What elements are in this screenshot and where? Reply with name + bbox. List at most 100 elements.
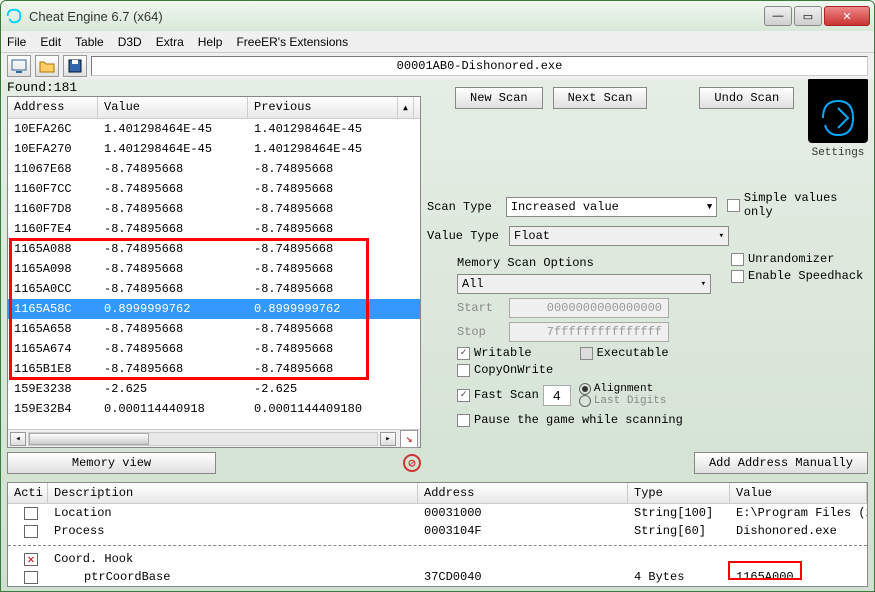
address-list-row[interactable]: ✕ Coord. Hook </div>	[8, 550, 867, 568]
scan-type-label: Scan Type	[427, 200, 502, 214]
process-name-field[interactable]: 00001AB0-Dishonored.exe	[91, 56, 868, 76]
fast-scan-value[interactable]	[543, 385, 571, 406]
minimize-button[interactable]: —	[764, 6, 792, 26]
simple-values-checkbox[interactable]	[727, 199, 740, 212]
window-title: Cheat Engine 6.7 (x64)	[29, 9, 764, 24]
open-file-button[interactable]	[35, 55, 59, 77]
speedhack-label: Enable Speedhack	[748, 269, 863, 283]
scan-result-row[interactable]: 1165A0CC-8.74895668-8.74895668	[8, 279, 420, 299]
address-list-row[interactable]: Location 00031000 String[100] E:\Program…	[8, 504, 867, 522]
open-process-button[interactable]	[7, 55, 31, 77]
next-scan-button[interactable]: Next Scan	[553, 87, 648, 109]
col-address2[interactable]: Address	[418, 483, 628, 503]
col-active[interactable]: Acti	[8, 483, 48, 503]
active-checkbox[interactable]: ✕	[24, 553, 38, 566]
computer-icon	[11, 59, 27, 73]
menubar: File Edit Table D3D Extra Help FreeER's …	[1, 31, 874, 53]
menu-file[interactable]: File	[7, 35, 26, 49]
scroll-left-icon[interactable]: ◂	[10, 432, 26, 446]
found-count-label: Found:181	[7, 80, 77, 95]
unrandomizer-checkbox[interactable]	[731, 253, 744, 266]
scan-type-dropdown[interactable]: Increased value ▼	[506, 197, 717, 217]
scan-result-row[interactable]: 10EFA26C1.401298464E-451.401298464E-45	[8, 119, 420, 139]
stop-label: Stop	[457, 325, 505, 339]
cheat-engine-icon	[813, 93, 863, 143]
alignment-radio[interactable]	[579, 383, 591, 395]
menu-freeer[interactable]: FreeER's Extensions	[236, 35, 348, 49]
scan-result-row[interactable]: 1165A674-8.74895668-8.74895668	[8, 339, 420, 359]
titlebar: Cheat Engine 6.7 (x64) — ▭ ✕	[1, 1, 874, 31]
scan-result-row[interactable]: 1160F7D8-8.74895668-8.74895668	[8, 199, 420, 219]
col-description[interactable]: Description	[48, 483, 418, 503]
floppy-icon	[68, 59, 82, 73]
new-scan-button[interactable]: New Scan	[455, 87, 543, 109]
scan-result-row[interactable]: 1165A088-8.74895668-8.74895668	[8, 239, 420, 259]
active-checkbox[interactable]	[24, 507, 38, 520]
scan-result-row[interactable]: 10EFA2701.401298464E-451.401298464E-45	[8, 139, 420, 159]
fast-scan-checkbox[interactable]	[457, 389, 470, 402]
memory-scan-options-label: Memory Scan Options	[457, 256, 711, 270]
save-button[interactable]	[63, 55, 87, 77]
memory-region-value: All	[462, 277, 484, 291]
active-checkbox[interactable]	[24, 571, 38, 584]
scroll-up-icon[interactable]: ▴	[398, 97, 414, 118]
remove-icon[interactable]: ↘	[400, 430, 418, 448]
memory-view-button[interactable]: Memory view	[7, 452, 216, 474]
copyonwrite-checkbox[interactable]	[457, 364, 470, 377]
fast-scan-label: Fast Scan	[474, 388, 539, 402]
scroll-right-icon[interactable]: ▸	[380, 432, 396, 446]
address-list: Acti Description Address Type Value Loca…	[7, 482, 868, 587]
last-digits-radio[interactable]	[579, 395, 591, 407]
menu-edit[interactable]: Edit	[40, 35, 61, 49]
address-list-row[interactable]: ptrCoordBase 37CD0040 4 Bytes 1165A000	[8, 568, 867, 586]
alignment-label: Alignment	[594, 383, 653, 395]
active-checkbox[interactable]	[24, 525, 38, 538]
settings-logo[interactable]	[808, 79, 868, 143]
scan-result-row[interactable]: 1165A098-8.74895668-8.74895668	[8, 259, 420, 279]
writable-checkbox[interactable]	[457, 347, 470, 360]
scan-result-row[interactable]: 1160F7E4-8.74895668-8.74895668	[8, 219, 420, 239]
scan-result-row[interactable]: 159E3238-2.625-2.625	[8, 379, 420, 399]
scan-result-row[interactable]: 1165A58C0.89999997620.8999999762	[8, 299, 420, 319]
add-address-manually-button[interactable]: Add Address Manually	[694, 452, 868, 474]
scan-results-table: Address Value Previous ▴ 10EFA26C1.40129…	[7, 96, 421, 448]
col-type[interactable]: Type	[628, 483, 730, 503]
executable-checkbox[interactable]	[580, 347, 593, 360]
scan-type-value: Increased value	[511, 200, 619, 214]
memory-region-dropdown[interactable]: All ▾	[457, 274, 711, 294]
horizontal-scrollbar[interactable]: ◂ ▸ ↘	[8, 429, 420, 447]
menu-extra[interactable]: Extra	[156, 35, 184, 49]
unrandomizer-label: Unrandomizer	[748, 252, 834, 266]
scan-result-row[interactable]: 1165A658-8.74895668-8.74895668	[8, 319, 420, 339]
col-previous[interactable]: Previous	[248, 97, 398, 118]
scan-result-row[interactable]: 159E32B40.0001144409180.0001144409180	[8, 399, 420, 419]
scan-result-row[interactable]: 1160F7CC-8.74895668-8.74895668	[8, 179, 420, 199]
maximize-button[interactable]: ▭	[794, 6, 822, 26]
stop-icon[interactable]: ⊘	[403, 454, 421, 472]
menu-help[interactable]: Help	[198, 35, 223, 49]
start-label: Start	[457, 301, 505, 315]
undo-scan-button[interactable]: Undo Scan	[699, 87, 794, 109]
menu-table[interactable]: Table	[75, 35, 104, 49]
chevron-down-icon: ▼	[707, 202, 712, 212]
col-address[interactable]: Address	[8, 97, 98, 118]
start-address-input[interactable]: 0000000000000000	[509, 298, 669, 318]
address-list-row[interactable]: Process 0003104F String[60] Dishonored.e…	[8, 522, 867, 540]
writable-label: Writable	[474, 346, 532, 360]
menu-d3d[interactable]: D3D	[118, 35, 142, 49]
pause-checkbox[interactable]	[457, 414, 470, 427]
value-type-dropdown[interactable]: Float ▾	[509, 226, 729, 246]
scan-result-row[interactable]: 1165B1E8-8.74895668-8.74895668	[8, 359, 420, 379]
executable-label: Executable	[597, 346, 669, 360]
close-button[interactable]: ✕	[824, 6, 870, 26]
folder-icon	[39, 59, 55, 73]
speedhack-checkbox[interactable]	[731, 270, 744, 283]
value-type-value: Float	[514, 229, 550, 243]
stop-address-input[interactable]: 7fffffffffffffff	[509, 322, 669, 342]
col-value2[interactable]: Value	[730, 483, 867, 503]
last-digits-label: Last Digits	[594, 395, 667, 407]
scan-result-row[interactable]: 11067E68-8.74895668-8.74895668	[8, 159, 420, 179]
col-value[interactable]: Value	[98, 97, 248, 118]
chevron-down-icon: ▾	[719, 231, 724, 241]
app-icon	[5, 7, 23, 25]
